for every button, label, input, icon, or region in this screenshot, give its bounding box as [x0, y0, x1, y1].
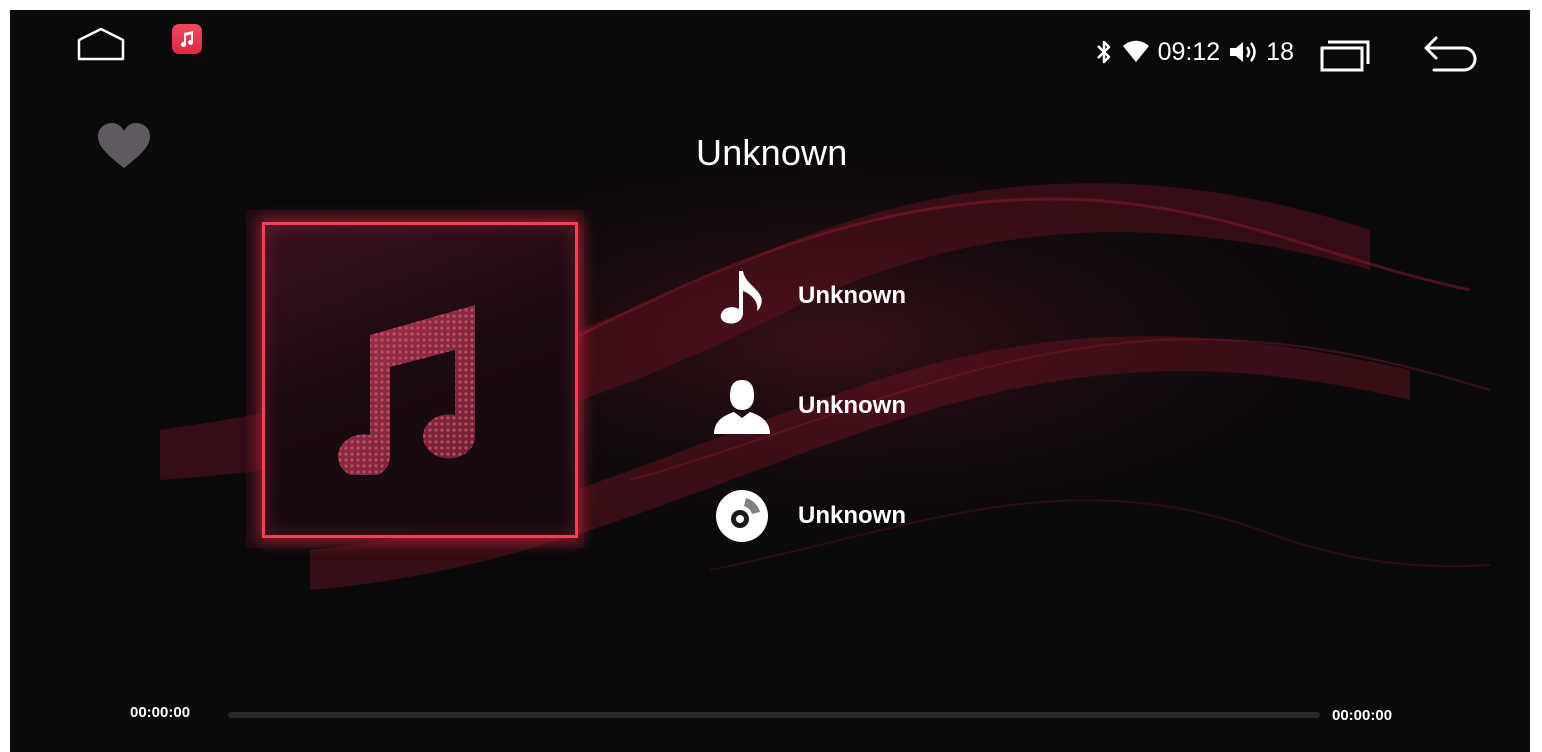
artist-row: Unknown [710, 376, 906, 436]
music-player-screen: 09:12 18 Unknown Unknown Unknown Unknown… [10, 10, 1530, 752]
music-note-small-icon [181, 31, 194, 47]
progress-bar[interactable] [228, 712, 1320, 718]
artist-name: Unknown [798, 392, 906, 419]
recents-button[interactable] [1320, 36, 1370, 72]
music-note-icon [720, 271, 762, 324]
clock-text: 09:12 [1157, 37, 1221, 66]
elapsed-time: 00:00:00 [130, 704, 191, 721]
recents-icon [1320, 40, 1370, 72]
song-row: Unknown [710, 266, 906, 326]
total-duration: 00:00:00 [1332, 707, 1393, 724]
home-button[interactable] [76, 26, 126, 62]
volume-icon [1230, 42, 1256, 62]
status-indicators: 09:12 18 [1094, 34, 1294, 70]
album-art [262, 222, 578, 538]
bluetooth-icon [1096, 40, 1110, 64]
track-title: Unknown [696, 132, 848, 173]
music-note-icon [338, 305, 476, 475]
home-icon [77, 27, 125, 61]
favorite-button[interactable] [96, 122, 152, 172]
wifi-icon [1122, 40, 1149, 62]
disc-icon [716, 490, 768, 542]
person-icon [714, 380, 770, 434]
heart-icon [98, 123, 150, 168]
album-row: Unknown [710, 486, 906, 546]
back-arrow-icon [1424, 36, 1477, 72]
song-name: Unknown [798, 282, 906, 309]
volume-level: 18 [1266, 37, 1294, 66]
music-app-icon[interactable] [172, 24, 202, 54]
back-button[interactable] [1422, 34, 1482, 74]
status-bar: 09:12 18 [10, 10, 1530, 86]
album-name: Unknown [798, 502, 906, 529]
